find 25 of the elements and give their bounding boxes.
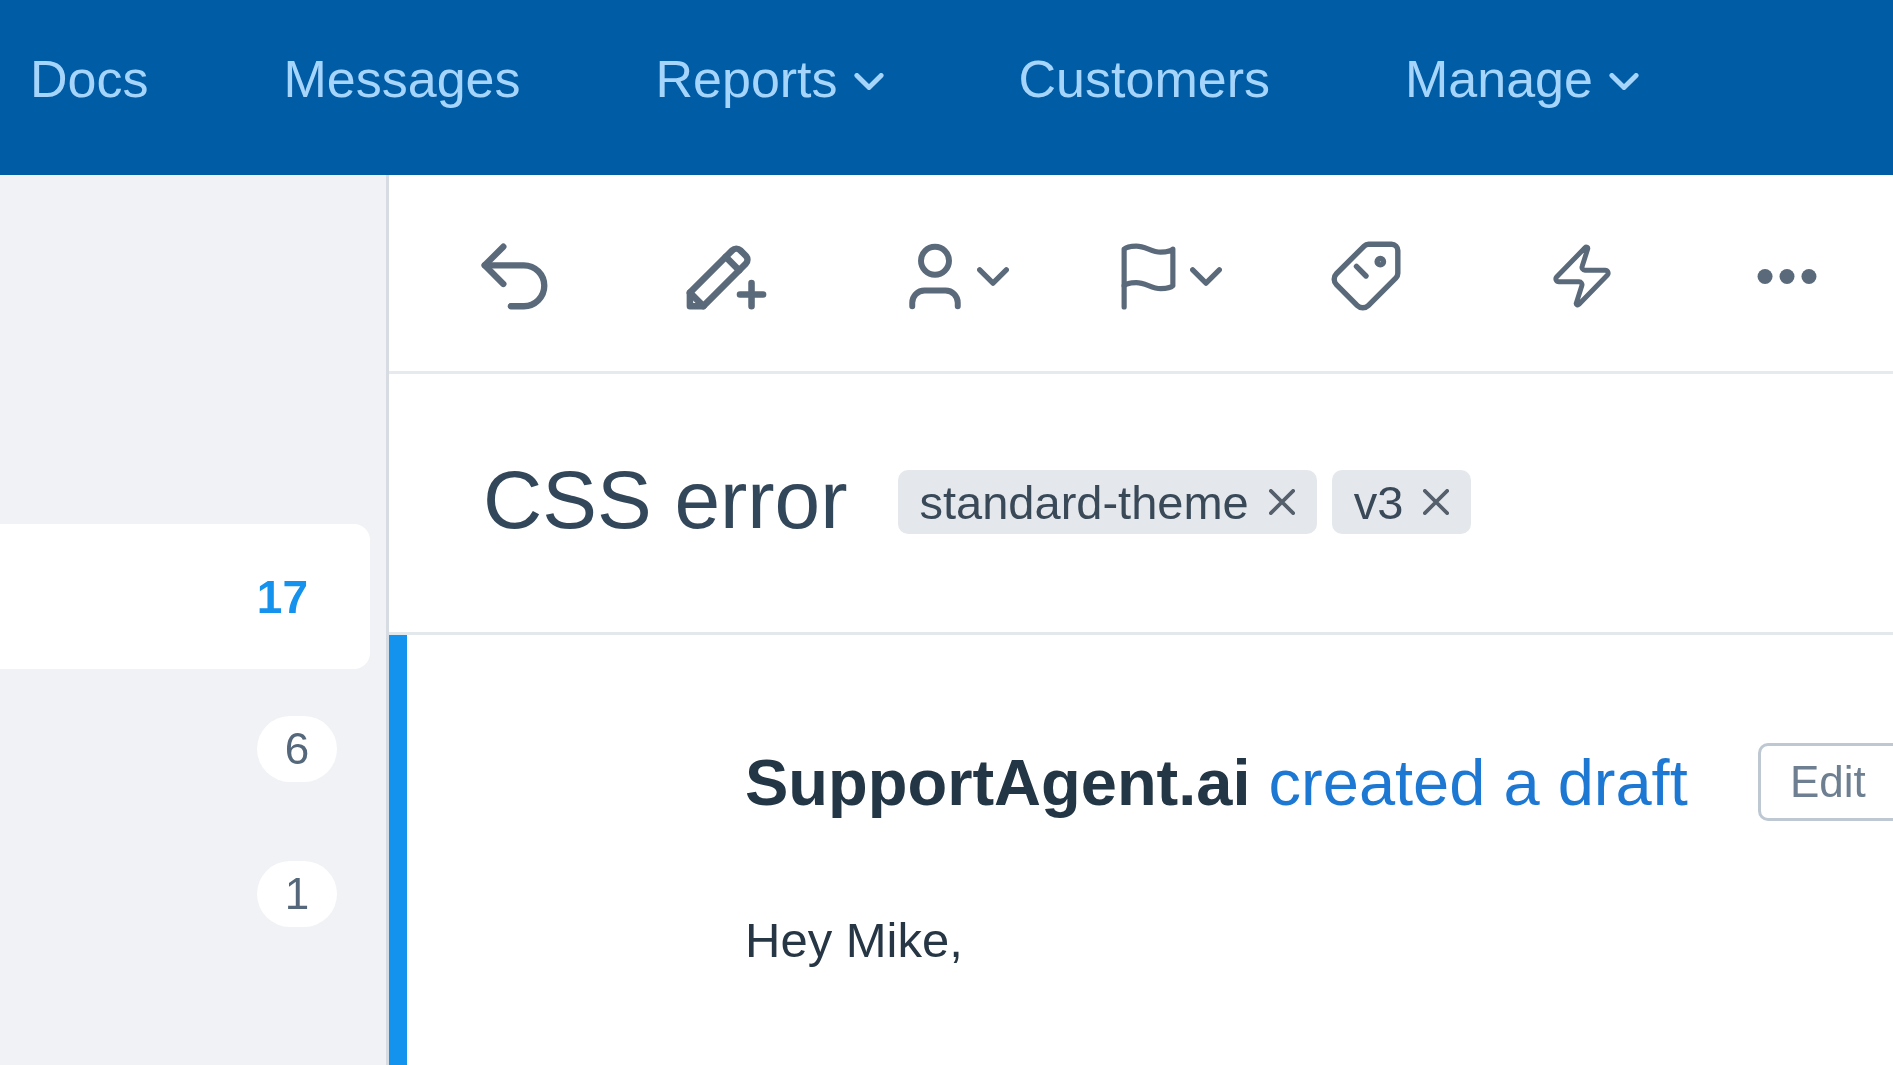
tag-icon [1331, 241, 1401, 311]
tag-label: v3 [1353, 478, 1404, 526]
count-badge: 6 [257, 715, 337, 782]
toolbar-button[interactable] [1331, 241, 1401, 311]
close-icon[interactable] [1423, 489, 1450, 515]
toolbar-button[interactable] [1121, 242, 1222, 310]
flag-icon [1121, 242, 1176, 310]
ellipsis-icon [1757, 268, 1817, 284]
lightning-bolt-icon [1553, 244, 1611, 308]
person-icon [907, 242, 963, 310]
edit-button[interactable]: Edit [1758, 743, 1893, 821]
pencil-plus-icon [686, 242, 767, 310]
nav-item[interactable]: Docs [30, 52, 149, 105]
close-icon[interactable] [1268, 489, 1295, 515]
sidebar-item[interactable]: 17 [0, 524, 370, 669]
toolbar-button[interactable] [1757, 268, 1817, 284]
toolbar-button[interactable] [907, 242, 1009, 310]
count-badge: 1 [257, 860, 337, 927]
tag-label: standard-theme [919, 478, 1249, 526]
conversation-subject: CSS error [483, 459, 848, 541]
toolbar-button[interactable] [686, 242, 767, 310]
draft-body-text: Hey Mike, [745, 916, 963, 965]
toolbar-button[interactable] [1553, 244, 1611, 308]
toolbar-button[interactable] [481, 242, 548, 310]
nav-item[interactable]: Customers [1018, 52, 1270, 105]
